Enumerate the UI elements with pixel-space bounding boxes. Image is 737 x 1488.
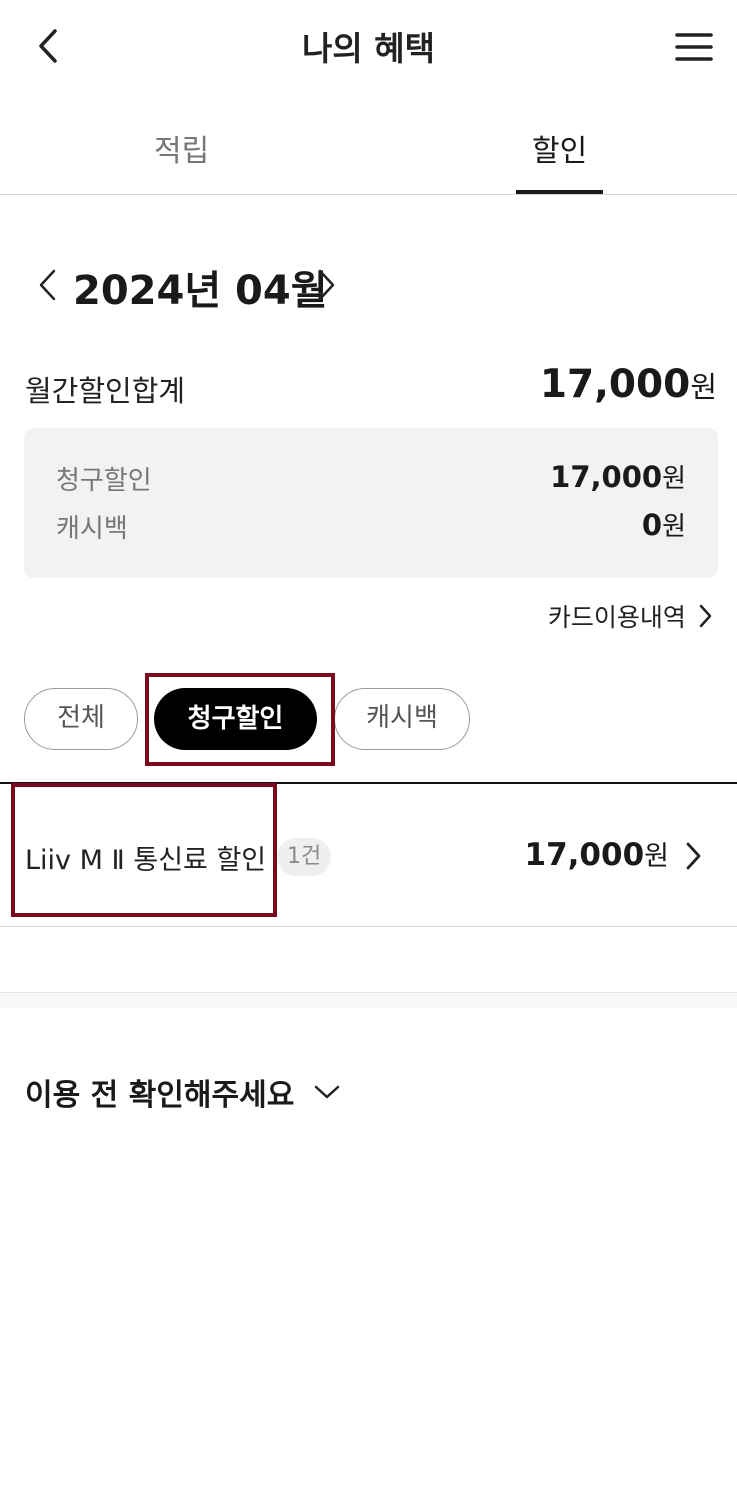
tab-discount[interactable]: 할인 bbox=[532, 126, 587, 170]
chevron-down-icon bbox=[315, 1085, 340, 1099]
summary-row-billing: 청구할인 17,000원 bbox=[56, 458, 686, 496]
notice-title: 이용 전 확인해주세요 bbox=[25, 1078, 295, 1113]
monthly-total-unit: 원 bbox=[690, 370, 717, 404]
hamburger-menu-icon bbox=[675, 33, 713, 61]
monthly-total-label: 월간할인합계 bbox=[25, 374, 186, 408]
monthly-total-number: 17,000 bbox=[539, 362, 691, 407]
active-tab-indicator bbox=[516, 190, 603, 194]
prev-month-button[interactable] bbox=[36, 268, 60, 302]
section-divider bbox=[0, 992, 737, 1008]
card-usage-link[interactable]: 카드이용내역 bbox=[548, 598, 713, 634]
summary-amount: 17,000원 bbox=[550, 458, 686, 495]
discount-summary-box: 청구할인 17,000원 캐시백 0원 bbox=[24, 428, 718, 578]
count-badge: 1건 bbox=[277, 838, 332, 876]
card-usage-label: 카드이용내역 bbox=[547, 603, 686, 632]
benefit-tabs: 적립 할인 bbox=[0, 96, 737, 195]
summary-amount: 0원 bbox=[642, 506, 686, 543]
my-benefits-screen: 나의 혜택 적립 할인 2024년 04월 월간할인합계 17,000원 청구할… bbox=[0, 0, 737, 1488]
summary-number: 0 bbox=[641, 508, 663, 542]
filter-chip-all[interactable]: 전체 bbox=[24, 688, 138, 750]
tab-accumulate[interactable]: 적립 bbox=[154, 126, 209, 170]
app-header: 나의 혜택 bbox=[0, 0, 737, 96]
list-item-unit: 원 bbox=[644, 841, 669, 872]
summary-label: 청구할인 bbox=[56, 466, 152, 496]
chevron-left-icon bbox=[39, 269, 56, 301]
summary-unit: 원 bbox=[662, 464, 686, 494]
month-label: 2024년 04월 bbox=[73, 268, 328, 314]
menu-button[interactable] bbox=[674, 30, 714, 64]
page-title: 나의 혜택 bbox=[302, 29, 435, 68]
chevron-right-icon bbox=[686, 842, 701, 870]
monthly-total-amount: 17,000원 bbox=[540, 362, 717, 407]
summary-label: 캐시백 bbox=[56, 514, 128, 544]
month-selector: 2024년 04월 bbox=[30, 254, 390, 314]
next-month-button[interactable] bbox=[314, 268, 338, 302]
filter-chip-cashback[interactable]: 캐시백 bbox=[334, 688, 470, 750]
list-item-amount: 17,000원 bbox=[525, 834, 669, 873]
summary-number: 17,000 bbox=[550, 460, 663, 494]
summary-row-cashback: 캐시백 0원 bbox=[56, 506, 686, 544]
highlight-box-filter bbox=[145, 673, 335, 766]
list-item-number: 17,000 bbox=[524, 837, 645, 873]
summary-unit: 원 bbox=[662, 512, 686, 542]
chevron-right-icon bbox=[318, 269, 335, 301]
chevron-right-icon bbox=[699, 604, 712, 628]
notice-toggle[interactable]: 이용 전 확인해주세요 bbox=[25, 1070, 341, 1114]
highlight-box-list-item bbox=[11, 783, 277, 917]
